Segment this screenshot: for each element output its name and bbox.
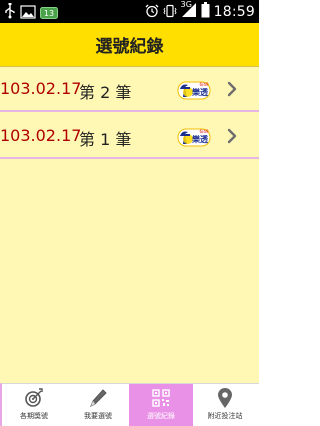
lotto-logo-icon: 樂透 6/49	[176, 79, 212, 101]
pencil-icon	[88, 387, 108, 409]
record-label: 第 2 筆	[79, 83, 132, 102]
chevron-right-icon	[226, 128, 238, 144]
chevron-right-icon	[226, 81, 238, 97]
tab-nearby-outlets[interactable]: 附近投注站	[193, 384, 257, 426]
image-icon	[20, 4, 36, 23]
battery-icon	[201, 2, 210, 22]
usb-icon	[4, 3, 16, 23]
status-bar: 13 3G 18:59	[0, 0, 259, 23]
record-date: 103.02.17	[0, 126, 82, 145]
tab-pick-numbers[interactable]: 我要選號	[66, 384, 130, 426]
svg-text:樂透: 樂透	[191, 87, 208, 97]
bottom-tab-bar: 各期獎號 我要選號 選號紀錄 附近投注站	[0, 383, 259, 426]
tab-pick-history[interactable]: 選號紀錄	[129, 384, 193, 426]
vibrate-icon	[163, 3, 177, 22]
record-row[interactable]: 103.02.17 第 2 筆 樂透 6/49	[0, 67, 259, 112]
tab-label: 選號紀錄	[147, 412, 175, 420]
svg-text:6/49: 6/49	[200, 82, 209, 87]
tab-past-draws[interactable]: 各期獎號	[2, 384, 66, 426]
signal-icon: 3G	[180, 0, 197, 22]
map-pin-icon	[215, 387, 235, 409]
tab-label: 我要選號	[84, 412, 112, 420]
page-title: 選號紀錄	[95, 37, 164, 57]
tab-label: 附近投注站	[207, 412, 243, 420]
record-list: 103.02.17 第 2 筆 樂透 6/49 103.02.17 第 1 筆	[0, 67, 259, 383]
notification-badge: 13	[40, 4, 58, 23]
record-label: 第 1 筆	[79, 130, 132, 149]
tab-label: 各期獎號	[20, 412, 48, 420]
record-row[interactable]: 103.02.17 第 1 筆 樂透 6/49	[0, 114, 259, 159]
svg-text:6/49: 6/49	[200, 129, 209, 134]
notification-count: 13	[44, 9, 54, 18]
lotto-logo-icon: 樂透 6/49	[176, 126, 212, 148]
alarm-icon	[145, 3, 159, 22]
qr-code-icon	[151, 387, 171, 409]
title-bar: 選號紀錄	[0, 23, 259, 67]
svg-text:樂透: 樂透	[191, 134, 208, 144]
target-icon	[24, 387, 44, 409]
network-type: 3G	[180, 0, 192, 9]
status-clock: 18:59	[213, 4, 255, 20]
record-date: 103.02.17	[0, 79, 82, 98]
